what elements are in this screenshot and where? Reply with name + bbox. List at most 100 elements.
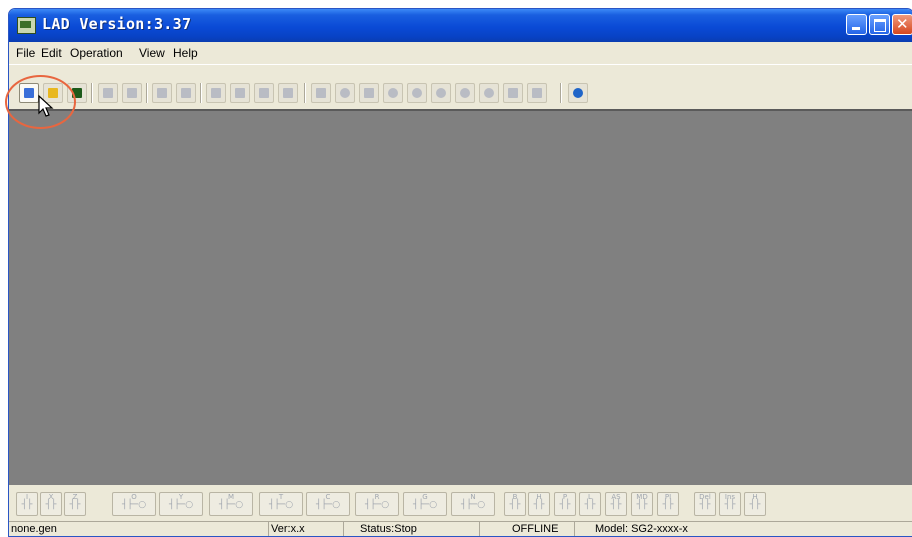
contact-symbol-icon: ┤├─○	[168, 500, 194, 510]
ladder-element-button[interactable]: B ┤├	[504, 492, 526, 516]
contact-symbol-icon: ┤├	[636, 500, 648, 510]
monitor-button[interactable]	[311, 83, 331, 103]
ladder-element-button[interactable]: MD ┤├	[631, 492, 653, 516]
ladder-element-button[interactable]: O ┤├─○	[112, 492, 156, 516]
toolbar-separator	[146, 83, 148, 103]
status-bar: none.gen Ver:x.x Status:Stop OFFLINE Mod…	[9, 521, 912, 536]
table-button[interactable]	[206, 83, 226, 103]
title-bar[interactable]: LAD Version:3.37 ✕	[9, 9, 912, 42]
status-model: Model: SG2-xxxx-x	[595, 523, 688, 535]
contact-symbol-icon: ┤├	[509, 500, 521, 510]
tools-button[interactable]	[359, 83, 379, 103]
ladder-element-button[interactable]: C ┤├─○	[306, 492, 350, 516]
ladder-element-button[interactable]: Y ┤├─○	[159, 492, 203, 516]
ladder-element-button[interactable]: P ┤├	[554, 492, 576, 516]
circle-icon	[412, 88, 422, 98]
redo-button[interactable]	[176, 83, 196, 103]
write-button[interactable]	[455, 83, 475, 103]
contact-symbol-icon: ┤├─○	[121, 500, 147, 510]
run-button[interactable]	[383, 83, 403, 103]
ladder-element-button[interactable]: X ┤├	[40, 492, 62, 516]
ladder-element-button[interactable]: PI ┤├	[657, 492, 679, 516]
contact-symbol-icon: ┤├	[21, 500, 33, 510]
app-icon[interactable]	[17, 17, 36, 34]
window-title: LAD Version:3.37	[42, 15, 192, 33]
ladder-element-button[interactable]: G ┤├─○	[403, 492, 447, 516]
contact-symbol-icon: ┤├	[699, 500, 711, 510]
monitor-icon	[316, 88, 326, 98]
ladder-element-button[interactable]: AS ┤├	[605, 492, 627, 516]
status-file: none.gen	[9, 522, 269, 536]
ladder-element-button[interactable]: Del ┤├	[694, 492, 716, 516]
minimize-button[interactable]	[846, 14, 867, 35]
ladder-workspace[interactable]	[9, 109, 912, 485]
contact-symbol-icon: ┤├	[584, 500, 596, 510]
upload-button[interactable]	[503, 83, 523, 103]
contact-symbol-icon: ┤├	[559, 500, 571, 510]
status-state: Status:Stop	[344, 522, 480, 536]
toolbar-separator	[91, 83, 93, 103]
menu-help[interactable]: Help	[173, 46, 198, 60]
contact-symbol-icon: ┤├	[662, 500, 674, 510]
ladder-element-button[interactable]: H ┤├	[528, 492, 550, 516]
contact-symbol-icon: ┤├─○	[412, 500, 438, 510]
read-button[interactable]	[431, 83, 451, 103]
contact-symbol-icon: ┤├	[724, 500, 736, 510]
ladder-element-button[interactable]: M ┤├─○	[209, 492, 253, 516]
table-icon	[211, 88, 221, 98]
stop-icon	[340, 88, 350, 98]
mouse-cursor-icon	[38, 94, 54, 117]
ladder-element-button[interactable]: Ins ┤├	[719, 492, 741, 516]
tree-button[interactable]	[230, 83, 250, 103]
download-button[interactable]	[527, 83, 547, 103]
help-button[interactable]	[568, 83, 588, 103]
undo-button[interactable]	[152, 83, 172, 103]
contact-symbol-icon: ┤├─○	[268, 500, 294, 510]
toolbar-separator	[560, 83, 562, 103]
close-button[interactable]: ✕	[892, 14, 912, 35]
write-icon	[460, 88, 470, 98]
contact-symbol-icon: ┤├	[610, 500, 622, 510]
grid-button[interactable]	[254, 83, 274, 103]
maximize-button[interactable]	[869, 14, 890, 35]
download-icon	[532, 88, 542, 98]
read-icon	[436, 88, 446, 98]
ladder-element-button[interactable]: T ┤├─○	[259, 492, 303, 516]
tree-icon	[235, 88, 245, 98]
close-icon: ✕	[896, 15, 909, 33]
menu-edit[interactable]: Edit	[41, 46, 62, 60]
print-button[interactable]	[98, 83, 118, 103]
upload-icon	[508, 88, 518, 98]
ladder-element-button[interactable]: I ┤├	[16, 492, 38, 516]
ladder-element-button[interactable]: R ┤├─○	[355, 492, 399, 516]
menu-operation[interactable]: Operation	[70, 46, 123, 60]
ladder-element-button[interactable]: Z ┤├	[64, 492, 86, 516]
menu-bar: File Edit Operation View Help	[9, 42, 912, 64]
simulate-icon	[484, 88, 494, 98]
contact-symbol-icon: ┤├─○	[460, 500, 486, 510]
stop-button[interactable]	[335, 83, 355, 103]
print-preview-button[interactable]	[122, 83, 142, 103]
contact-symbol-icon: ┤├─○	[315, 500, 341, 510]
circle-button[interactable]	[407, 83, 427, 103]
menu-view[interactable]: View	[139, 46, 165, 60]
contact-symbol-icon: ┤├	[45, 500, 57, 510]
menu-file[interactable]: File	[16, 46, 35, 60]
undo-icon	[157, 88, 167, 98]
ladder-element-button[interactable]: L ┤├	[579, 492, 601, 516]
contact-symbol-icon: ┤├	[749, 500, 761, 510]
grid-icon	[259, 88, 269, 98]
ladder-element-button[interactable]: N ┤├─○	[451, 492, 495, 516]
ladder-element-button[interactable]: H ┤├	[744, 492, 766, 516]
tools-icon	[364, 88, 374, 98]
main-toolbar	[9, 64, 912, 109]
redo-icon	[181, 88, 191, 98]
simulate-button[interactable]	[479, 83, 499, 103]
contact-symbol-icon: ┤├	[69, 500, 81, 510]
help-icon	[573, 88, 583, 98]
ladder-element-toolbar: I ┤├ X ┤├ Z ┤├ O ┤├─○ Y ┤├─○ M ┤├─○ T ┤├─○ C ┤├─○ R ┤├─○ G…	[9, 485, 912, 521]
list-icon	[283, 88, 293, 98]
toolbar-separator	[304, 83, 306, 103]
contact-symbol-icon: ┤├─○	[364, 500, 390, 510]
list-button[interactable]	[278, 83, 298, 103]
